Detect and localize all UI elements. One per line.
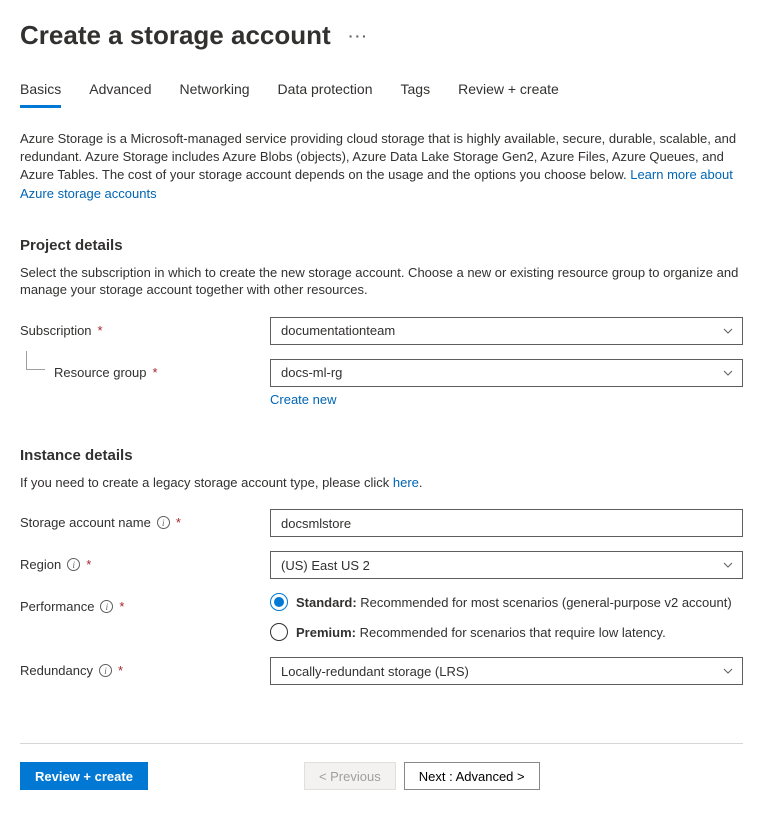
page-title: Create a storage account ···	[20, 20, 743, 51]
region-value: (US) East US 2	[281, 558, 370, 573]
info-icon[interactable]: i	[99, 664, 112, 677]
resource-group-value: docs-ml-rg	[281, 365, 342, 380]
performance-label: Performance i *	[20, 593, 270, 614]
page-title-text: Create a storage account	[20, 20, 331, 51]
region-label: Region i *	[20, 551, 270, 572]
tab-basics[interactable]: Basics	[20, 77, 61, 108]
storage-name-value: docsmlstore	[281, 516, 351, 531]
tab-review-create[interactable]: Review + create	[458, 77, 559, 108]
region-row: Region i * (US) East US 2	[20, 551, 743, 579]
storage-name-input[interactable]: docsmlstore	[270, 509, 743, 537]
required-indicator: *	[176, 515, 181, 530]
project-details-desc: Select the subscription in which to crea…	[20, 264, 743, 299]
info-icon[interactable]: i	[67, 558, 80, 571]
required-indicator: *	[119, 599, 124, 614]
required-indicator: *	[98, 323, 103, 338]
redundancy-value: Locally-redundant storage (LRS)	[281, 664, 469, 679]
required-indicator: *	[153, 365, 158, 380]
tab-tags[interactable]: Tags	[401, 77, 431, 108]
project-details-heading: Project details	[20, 237, 743, 254]
instance-details-desc: If you need to create a legacy storage a…	[20, 474, 743, 492]
redundancy-label: Redundancy i *	[20, 657, 270, 678]
chevron-down-icon	[722, 367, 734, 379]
subscription-row: Subscription * documentationteam	[20, 317, 743, 345]
chevron-down-icon	[722, 559, 734, 571]
region-select[interactable]: (US) East US 2	[270, 551, 743, 579]
intro-body: Azure Storage is a Microsoft-managed ser…	[20, 131, 736, 182]
next-button[interactable]: Next : Advanced >	[404, 762, 540, 790]
performance-premium-radio[interactable]: Premium: Recommended for scenarios that …	[270, 623, 743, 641]
tab-networking[interactable]: Networking	[180, 77, 250, 108]
footer: Review + create < Previous Next : Advanc…	[20, 762, 743, 790]
tab-data-protection[interactable]: Data protection	[278, 77, 373, 108]
info-icon[interactable]: i	[100, 600, 113, 613]
tab-advanced[interactable]: Advanced	[89, 77, 151, 108]
storage-name-label: Storage account name i *	[20, 509, 270, 530]
subscription-select[interactable]: documentationteam	[270, 317, 743, 345]
performance-row: Performance i * Standard: Recommended fo…	[20, 593, 743, 645]
subscription-value: documentationteam	[281, 323, 395, 338]
radio-icon	[270, 623, 288, 641]
intro-text: Azure Storage is a Microsoft-managed ser…	[20, 130, 743, 203]
redundancy-row: Redundancy i * Locally-redundant storage…	[20, 657, 743, 685]
create-new-link[interactable]: Create new	[270, 392, 336, 407]
instance-details-heading: Instance details	[20, 447, 743, 464]
subscription-label: Subscription *	[20, 317, 270, 338]
chevron-down-icon	[722, 325, 734, 337]
resource-group-select[interactable]: docs-ml-rg	[270, 359, 743, 387]
more-actions-icon[interactable]: ···	[349, 28, 369, 44]
redundancy-select[interactable]: Locally-redundant storage (LRS)	[270, 657, 743, 685]
performance-standard-radio[interactable]: Standard: Recommended for most scenarios…	[270, 593, 743, 611]
required-indicator: *	[86, 557, 91, 572]
legacy-here-link[interactable]: here	[393, 475, 419, 490]
divider	[20, 743, 743, 744]
storage-name-row: Storage account name i * docsmlstore	[20, 509, 743, 537]
radio-icon	[270, 593, 288, 611]
previous-button: < Previous	[304, 762, 396, 790]
required-indicator: *	[118, 663, 123, 678]
chevron-down-icon	[722, 665, 734, 677]
review-create-button[interactable]: Review + create	[20, 762, 148, 790]
tabs: Basics Advanced Networking Data protecti…	[20, 77, 743, 108]
resource-group-label: Resource group *	[20, 359, 270, 380]
info-icon[interactable]: i	[157, 516, 170, 529]
resource-group-row: Resource group * docs-ml-rg Create new	[20, 359, 743, 407]
